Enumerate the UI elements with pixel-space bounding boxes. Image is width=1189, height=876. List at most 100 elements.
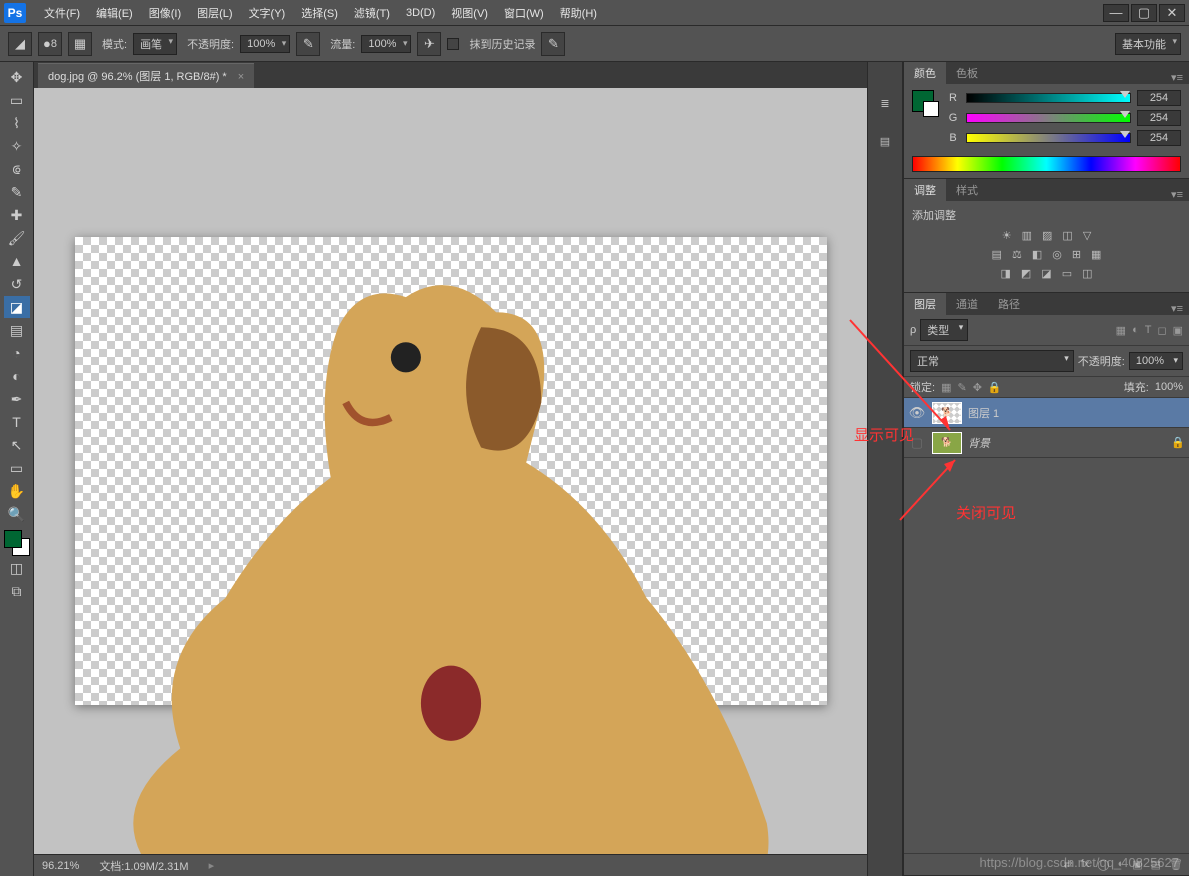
tool-preset-icon[interactable]: ◢ [8, 32, 32, 56]
layer-row[interactable]: ▢ 🐕 背景 🔒 [904, 428, 1189, 458]
menu-image[interactable]: 图像(I) [141, 5, 189, 21]
menu-help[interactable]: 帮助(H) [552, 5, 605, 21]
visibility-eye-icon[interactable]: ▢ [908, 435, 926, 451]
visibility-eye-icon[interactable]: 👁 [908, 405, 926, 421]
move-tool[interactable]: ✥ [4, 66, 30, 88]
lock-all-icon[interactable]: 🔒 [988, 381, 1002, 394]
flow-dropdown[interactable]: 100% [361, 35, 411, 53]
canvas[interactable] [75, 237, 827, 705]
marquee-tool[interactable]: ▭ [4, 89, 30, 111]
airbrush-icon[interactable]: ✈ [417, 32, 441, 56]
workspace-dropdown[interactable]: 基本功能 [1115, 33, 1181, 55]
tab-layers[interactable]: 图层 [904, 293, 946, 315]
g-slider[interactable] [966, 113, 1131, 123]
levels-icon[interactable]: ▥ [1022, 229, 1032, 242]
window-maximize-button[interactable]: ▢ [1131, 4, 1157, 22]
lock-position-icon[interactable]: ✥ [973, 381, 982, 394]
blend-mode-dropdown[interactable]: 正常 [910, 350, 1074, 372]
r-slider[interactable] [966, 93, 1131, 103]
balance-icon[interactable]: ⚖ [1012, 248, 1022, 261]
pen-tool[interactable]: ✒ [4, 388, 30, 410]
brightness-icon[interactable]: ☀ [1002, 229, 1012, 242]
history-checkbox[interactable] [447, 38, 459, 50]
threshold-icon[interactable]: ◪ [1041, 267, 1051, 280]
history-panel-icon[interactable]: ≣ [874, 92, 896, 114]
selective-icon[interactable]: ◫ [1082, 267, 1092, 280]
tab-styles[interactable]: 样式 [946, 179, 988, 201]
filter-type-icon[interactable]: T [1145, 324, 1152, 337]
fill-dropdown[interactable]: 100% [1155, 381, 1183, 393]
posterize-icon[interactable]: ◩ [1021, 267, 1031, 280]
layer-thumbnail[interactable]: 🐕 [932, 402, 962, 424]
healing-tool[interactable]: ✚ [4, 204, 30, 226]
quick-select-tool[interactable]: ✧ [4, 135, 30, 157]
menu-select[interactable]: 选择(S) [293, 5, 346, 21]
menu-layer[interactable]: 图层(L) [189, 5, 240, 21]
g-value[interactable]: 254 [1137, 110, 1181, 126]
type-tool[interactable]: T [4, 411, 30, 433]
invert-icon[interactable]: ◨ [1000, 267, 1010, 280]
stamp-tool[interactable]: ▲ [4, 250, 30, 272]
dodge-tool[interactable]: ◐ [4, 365, 30, 387]
tab-swatches[interactable]: 色板 [946, 62, 988, 84]
vibrance-icon[interactable]: ▽ [1083, 229, 1091, 242]
filter-pixel-icon[interactable]: ▦ [1116, 324, 1126, 337]
panel-menu-icon[interactable]: ▾≡ [1165, 302, 1189, 315]
crop-tool[interactable]: ⟃ [4, 158, 30, 180]
menu-view[interactable]: 视图(V) [443, 5, 496, 21]
menu-edit[interactable]: 编辑(E) [88, 5, 141, 21]
menu-type[interactable]: 文字(Y) [241, 5, 294, 21]
curves-icon[interactable]: ▨ [1042, 229, 1052, 242]
foreground-color[interactable] [4, 530, 22, 548]
blur-tool[interactable]: ◔ [4, 342, 30, 364]
gradient-map-icon[interactable]: ▭ [1062, 267, 1072, 280]
menu-file[interactable]: 文件(F) [36, 5, 88, 21]
layer-name[interactable]: 背景 [968, 435, 1165, 451]
bw-icon[interactable]: ◧ [1032, 248, 1042, 261]
pressure-size-icon[interactable]: ✎ [541, 32, 565, 56]
b-slider[interactable] [966, 133, 1131, 143]
opacity-dropdown[interactable]: 100% [240, 35, 290, 53]
eyedropper-tool[interactable]: ✎ [4, 181, 30, 203]
zoom-tool[interactable]: 🔍 [4, 503, 30, 525]
properties-panel-icon[interactable]: ▤ [874, 130, 896, 152]
quickmask-tool[interactable]: ◫ [4, 557, 30, 579]
zoom-level[interactable]: 96.21% [42, 860, 79, 872]
eraser-tool[interactable]: ◪ [4, 296, 30, 318]
gradient-tool[interactable]: ▤ [4, 319, 30, 341]
canvas-viewport[interactable] [34, 88, 867, 854]
brush-preset-icon[interactable]: ●8 [38, 32, 62, 56]
panel-menu-icon[interactable]: ▾≡ [1165, 71, 1189, 84]
panel-menu-icon[interactable]: ▾≡ [1165, 188, 1189, 201]
mixer-icon[interactable]: ⊞ [1072, 248, 1081, 261]
photo-filter-icon[interactable]: ◎ [1052, 248, 1062, 261]
history-brush-tool[interactable]: ↺ [4, 273, 30, 295]
pressure-opacity-icon[interactable]: ✎ [296, 32, 320, 56]
color-preview[interactable] [912, 90, 934, 112]
tab-channels[interactable]: 通道 [946, 293, 988, 315]
layer-opacity-dropdown[interactable]: 100% [1129, 352, 1183, 370]
tab-adjustments[interactable]: 调整 [904, 179, 946, 201]
lasso-tool[interactable]: ⌇ [4, 112, 30, 134]
close-icon[interactable]: × [238, 71, 244, 83]
screenmode-tool[interactable]: ⧉ [4, 580, 30, 602]
layer-thumbnail[interactable]: 🐕 [932, 432, 962, 454]
hue-icon[interactable]: ▤ [992, 248, 1002, 261]
brush-tool[interactable]: 🖌 [4, 227, 30, 249]
menu-3d[interactable]: 3D(D) [398, 7, 443, 19]
b-value[interactable]: 254 [1137, 130, 1181, 146]
filter-shape-icon[interactable]: ◻ [1157, 324, 1166, 337]
brush-panel-icon[interactable]: ▦ [68, 32, 92, 56]
filter-smart-icon[interactable]: ▣ [1173, 324, 1183, 337]
filter-type-dropdown[interactable]: 类型 [920, 319, 968, 341]
layer-name[interactable]: 图层 1 [968, 405, 1185, 421]
tab-paths[interactable]: 路径 [988, 293, 1030, 315]
color-spectrum[interactable] [912, 156, 1181, 172]
window-minimize-button[interactable]: — [1103, 4, 1129, 22]
window-close-button[interactable]: ✕ [1159, 4, 1185, 22]
filter-adjust-icon[interactable]: ◐ [1132, 324, 1139, 337]
lookup-icon[interactable]: ▦ [1091, 248, 1101, 261]
r-value[interactable]: 254 [1137, 90, 1181, 106]
document-tab[interactable]: dog.jpg @ 96.2% (图层 1, RGB/8#) * × [38, 63, 254, 88]
menu-filter[interactable]: 滤镜(T) [346, 5, 398, 21]
